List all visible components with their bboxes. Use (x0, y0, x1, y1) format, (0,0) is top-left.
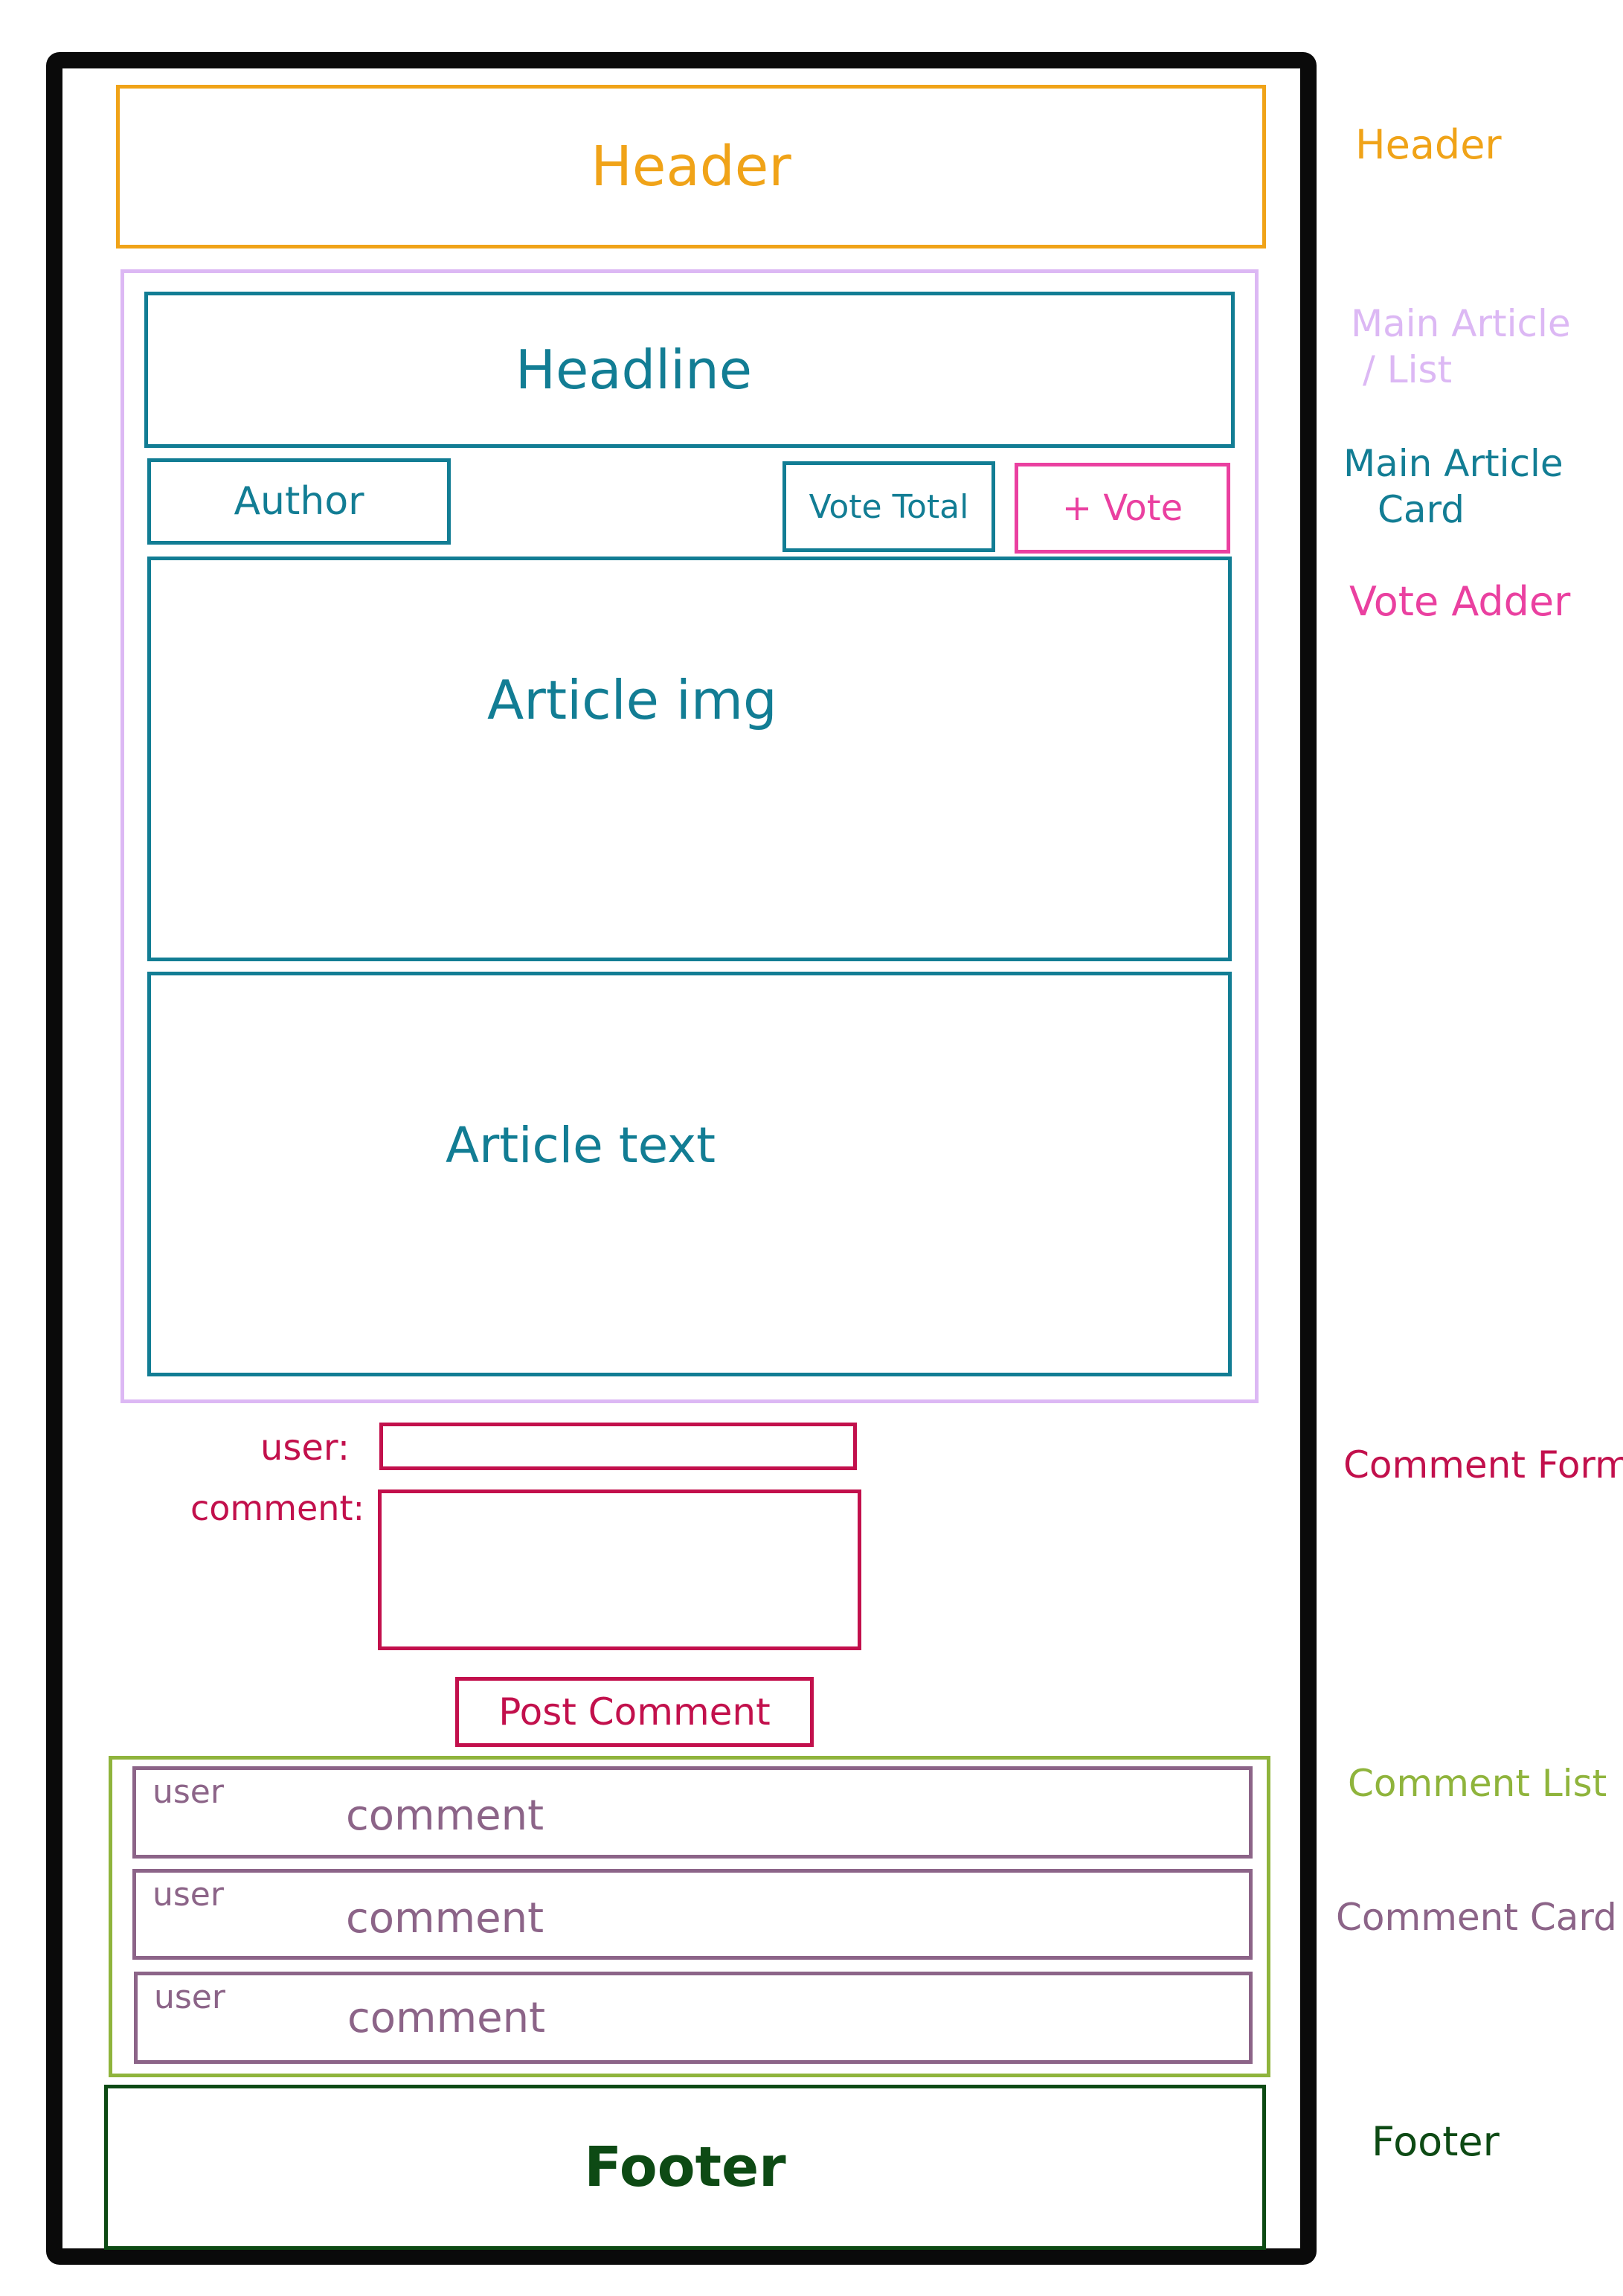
comment-card-user: user (152, 1876, 224, 1914)
article-image: Article img (147, 557, 1232, 961)
user-field-label: user: (260, 1427, 350, 1469)
comment-field-label: comment: (190, 1488, 364, 1528)
legend-comment-form: Comment Form (1343, 1443, 1623, 1487)
wireframe-page: { "colors": { "header": "#f0a318", "main… (0, 0, 1623, 2296)
article-text-label: Article text (446, 1117, 716, 1174)
author: Author (147, 458, 451, 545)
headline-label: Headline (515, 339, 753, 401)
comment-card-user: user (154, 1978, 225, 2016)
vote-total-label: Vote Total (809, 487, 969, 526)
legend-main-article-list-line2: / List (1363, 348, 1453, 391)
comment-card-text: comment (347, 1994, 546, 2042)
post-comment-button[interactable]: Post Comment (455, 1677, 814, 1747)
comment-card: user comment (134, 1972, 1253, 2064)
legend-main-article-card-line2: Card (1378, 488, 1465, 531)
headline: Headline (144, 292, 1235, 448)
vote-button-label: + Vote (1061, 487, 1183, 529)
user-input[interactable] (379, 1423, 857, 1470)
legend-vote-adder: Vote Adder (1349, 578, 1571, 625)
footer-label: Footer (584, 2135, 786, 2199)
legend-footer: Footer (1372, 2118, 1500, 2165)
legend-main-article-list: Main Article (1351, 302, 1571, 345)
header-label: Header (591, 135, 791, 199)
author-label: Author (234, 479, 364, 524)
vote-button[interactable]: + Vote (1015, 463, 1230, 554)
post-comment-label: Post Comment (498, 1690, 771, 1734)
legend-main-article-card: Main Article (1343, 442, 1563, 485)
comment-card-text: comment (346, 1792, 544, 1840)
legend-comment-card: Comment Card (1336, 1896, 1617, 1939)
header: Header (116, 85, 1266, 248)
comment-card-user: user (152, 1773, 224, 1811)
article-text: Article text (147, 972, 1232, 1376)
legend-header: Header (1355, 121, 1502, 168)
comment-card: user comment (132, 1869, 1253, 1960)
legend-comment-list: Comment List (1348, 1762, 1607, 1805)
article-image-label: Article img (487, 669, 777, 731)
vote-total: Vote Total (782, 461, 995, 552)
comment-textarea[interactable] (378, 1489, 861, 1650)
comment-card-text: comment (346, 1894, 544, 1943)
comment-card: user comment (132, 1766, 1253, 1859)
footer: Footer (104, 2085, 1266, 2250)
